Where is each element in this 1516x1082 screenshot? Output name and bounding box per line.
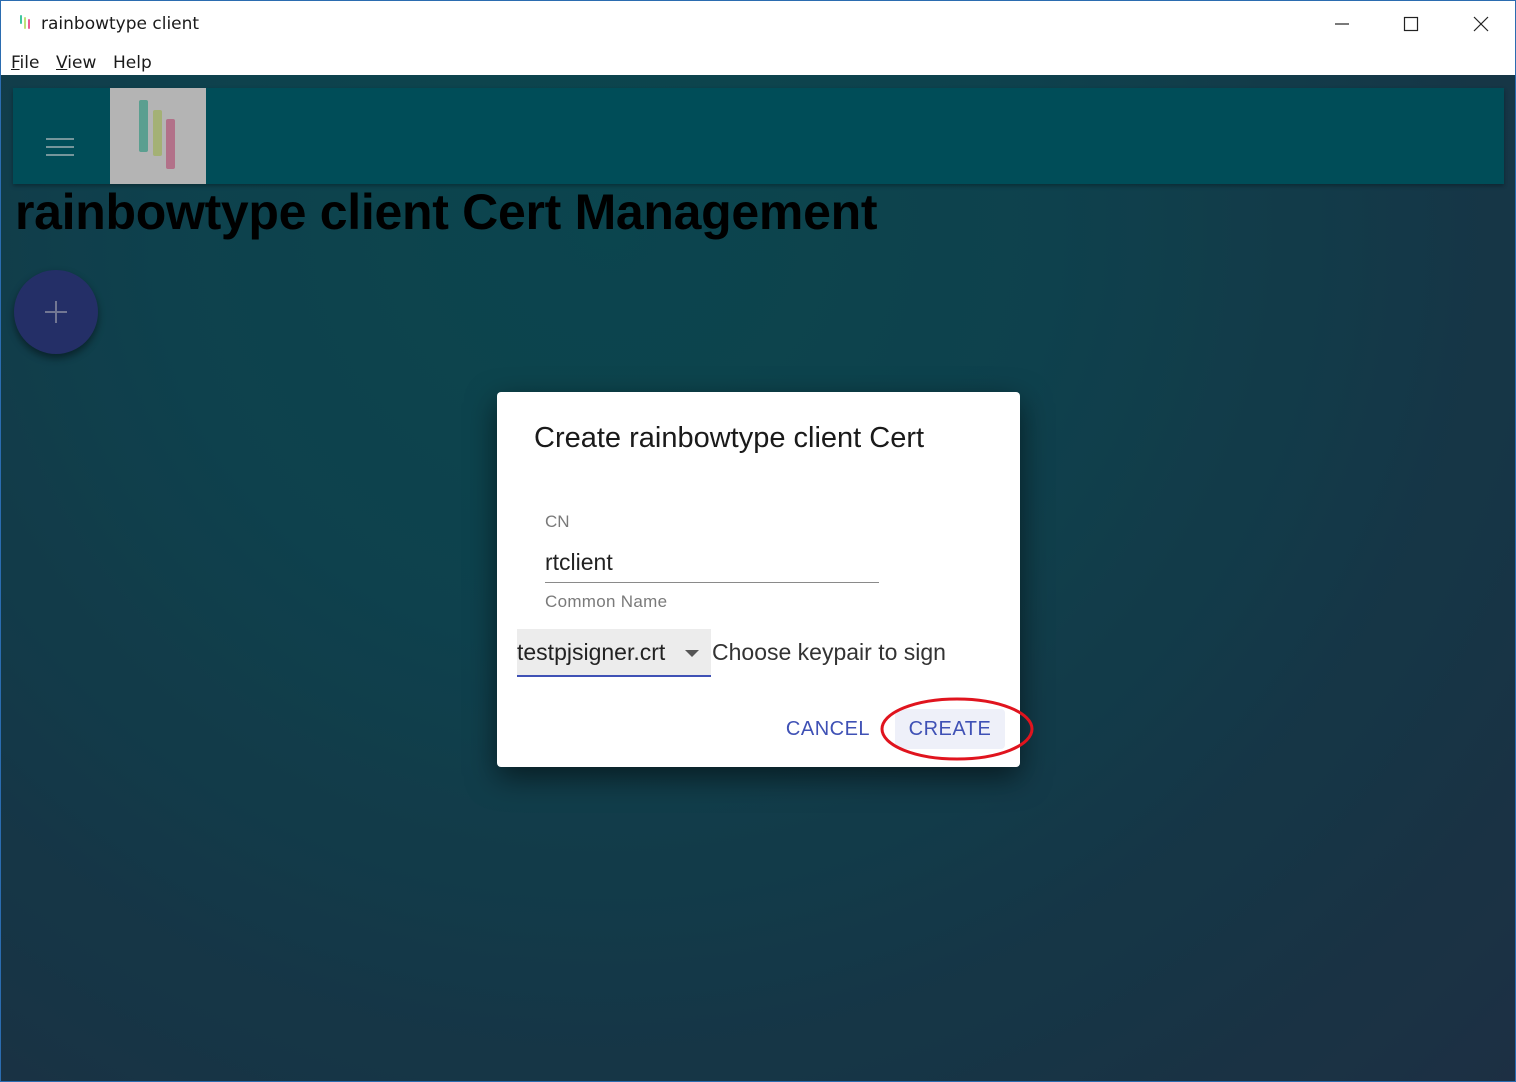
cn-helper-text: Common Name [545, 592, 668, 611]
cn-input[interactable] [545, 542, 879, 583]
dialog-title: Create rainbowtype client Cert [534, 422, 925, 454]
menu-bar: File View Help [1, 47, 1515, 75]
menu-view[interactable]: View [56, 53, 96, 73]
menu-help-label: Help [113, 53, 152, 73]
cancel-button[interactable]: CANCEL [777, 709, 879, 749]
window-title: rainbowtype client [41, 14, 200, 34]
menu-file[interactable]: File [11, 53, 39, 73]
close-button[interactable] [1458, 1, 1504, 47]
minimize-icon [1335, 23, 1349, 25]
cancel-button-label: CANCEL [785, 717, 871, 740]
app-window: rainbowtype client File View Help rainbo… [0, 0, 1516, 1082]
cn-label: CN [545, 512, 570, 531]
menu-help[interactable]: Help [113, 53, 152, 73]
menu-view-label: iew [67, 53, 97, 73]
menu-file-accesskey: F [11, 53, 20, 73]
app-content: rainbowtype client Cert Management Creat… [1, 75, 1515, 1081]
maximize-button[interactable] [1388, 1, 1434, 47]
menu-file-label: ile [19, 53, 40, 73]
keypair-select[interactable]: testpjsigner.crt [517, 629, 711, 677]
create-button-label: CREATE [908, 717, 992, 740]
create-button[interactable]: CREATE [895, 709, 1005, 749]
keypair-selected-value: testpjsigner.crt [517, 639, 666, 665]
keypair-label: Choose keypair to sign [712, 639, 946, 665]
app-logo-icon [19, 13, 31, 31]
minimize-button[interactable] [1319, 1, 1365, 47]
close-icon [1473, 16, 1489, 32]
title-bar: rainbowtype client [1, 1, 1515, 47]
menu-view-accesskey: V [56, 53, 68, 73]
create-cert-dialog: Create rainbowtype client Cert CN Common… [497, 392, 1020, 767]
arrow-drop-down-icon [685, 650, 699, 657]
maximize-icon [1403, 16, 1419, 32]
